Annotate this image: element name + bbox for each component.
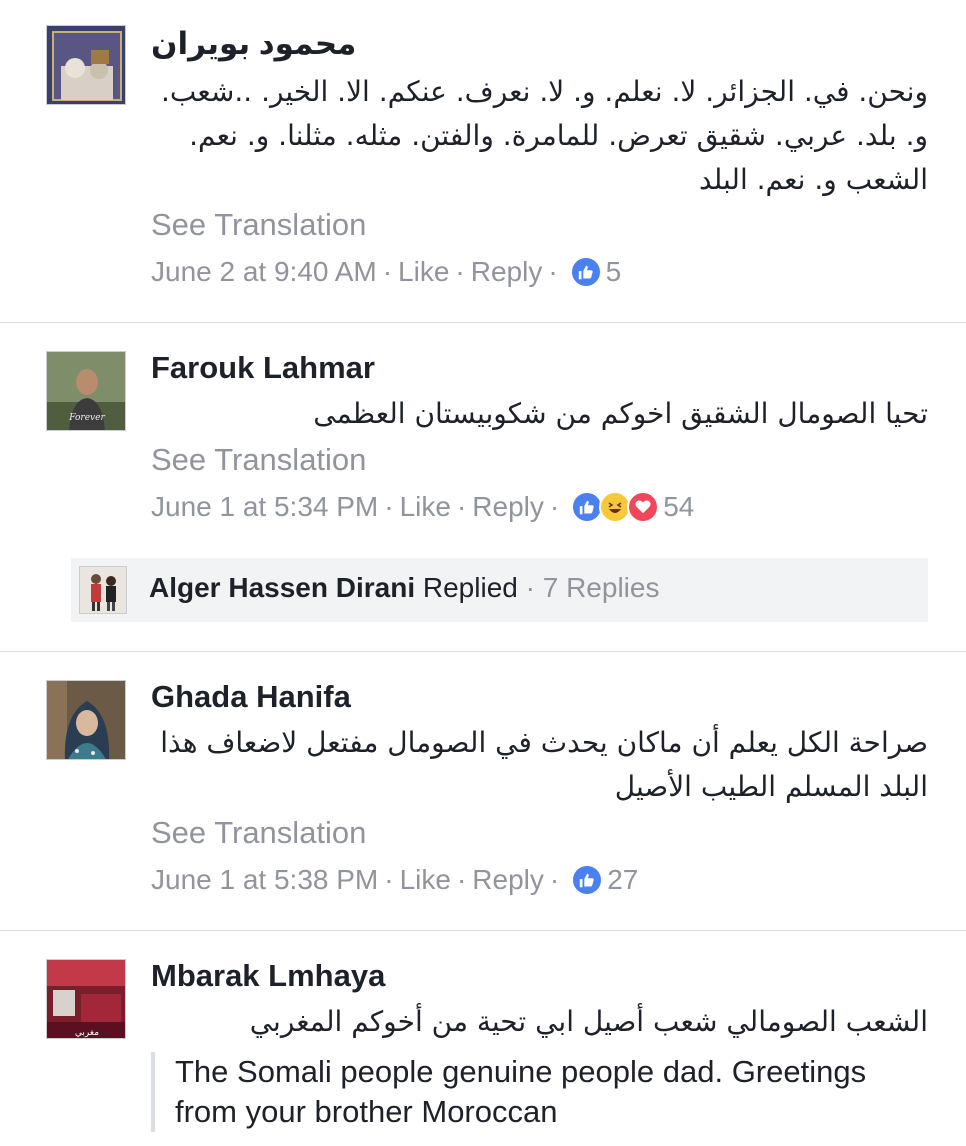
avatar[interactable] [46, 25, 126, 105]
see-translation-link[interactable]: See Translation [151, 815, 366, 851]
translation-text: The Somali people genuine people dad. Gr… [151, 1052, 935, 1132]
separator: · [456, 491, 467, 522]
svg-text:مغربي: مغربي [75, 1028, 99, 1038]
replied-label: Replied [422, 572, 518, 603]
comment-text: صراحة الكل يعلم أن ماكان يحدث في الصومال… [160, 726, 928, 803]
commenter-name[interactable]: Farouk Lahmar [151, 350, 375, 386]
commenter-name[interactable]: Mbarak Lmhaya [151, 958, 385, 994]
see-translation-link[interactable]: See Translation [151, 442, 366, 478]
like-link[interactable]: Like [400, 864, 451, 896]
reply-link[interactable]: Reply [472, 491, 544, 523]
reaction-count: 54 [663, 491, 695, 522]
divider [0, 322, 966, 323]
avatar[interactable]: مغربي [46, 959, 126, 1039]
love-icon [627, 491, 660, 523]
reply-avatar [79, 566, 127, 614]
timestamp[interactable]: June 1 at 5:38 PM [151, 864, 378, 896]
comment-meta: June 1 at 5:38 PM · Like · Reply · 27 [151, 864, 638, 896]
reactions[interactable]: 27 [571, 864, 638, 896]
separator: · [384, 864, 394, 895]
comment-meta: June 1 at 5:34 PM · Like · Reply · 54 [151, 491, 694, 523]
reactions[interactable]: 54 [571, 491, 694, 523]
separator: · [548, 256, 558, 287]
separator: · [549, 864, 560, 895]
like-link[interactable]: Like [400, 491, 451, 523]
divider [0, 651, 966, 652]
like-icon [571, 864, 604, 896]
like-icon [569, 256, 602, 288]
timestamp[interactable]: June 2 at 9:40 AM [151, 256, 377, 288]
reply-link[interactable]: Reply [472, 864, 544, 896]
separator: · [384, 491, 394, 522]
like-link[interactable]: Like [398, 256, 449, 288]
replies-text: Alger Hassen Dirani Replied · 7 Replies [149, 572, 659, 604]
separator: · [456, 864, 467, 895]
svg-text:Forever: Forever [68, 413, 105, 423]
comment-text: تحيا الصومال الشقيق اخوكم من شكوبيستان ا… [313, 397, 928, 430]
avatar[interactable]: Forever [46, 351, 126, 431]
comment-text: الشعب الصومالي شعب أصيل ابي تحية من أخوك… [249, 1005, 928, 1038]
separator: · [455, 256, 465, 287]
replier-name[interactable]: Alger Hassen Dirani [149, 572, 415, 603]
timestamp[interactable]: June 1 at 5:34 PM [151, 491, 378, 523]
comment-text: ونحن. في. الجزائر. لا. نعلم. و. لا. نعرف… [161, 75, 928, 196]
reaction-count: 5 [605, 256, 622, 287]
reaction-count: 27 [607, 864, 639, 895]
reply-link[interactable]: Reply [471, 256, 543, 288]
see-translation-link[interactable]: See Translation [151, 207, 366, 243]
reactions[interactable]: 5 [569, 256, 622, 288]
comment-meta: June 2 at 9:40 AM · Like · Reply · 5 [151, 256, 621, 288]
avatar[interactable] [46, 680, 126, 760]
separator: · [549, 491, 560, 522]
divider [0, 930, 966, 931]
replies-count[interactable]: · 7 Replies [526, 572, 660, 603]
commenter-name[interactable]: محمود بويران [151, 26, 356, 62]
separator: · [382, 256, 393, 287]
commenter-name[interactable]: Ghada Hanifa [151, 679, 351, 715]
replies-summary[interactable]: Alger Hassen Dirani Replied · 7 Replies [71, 558, 928, 622]
